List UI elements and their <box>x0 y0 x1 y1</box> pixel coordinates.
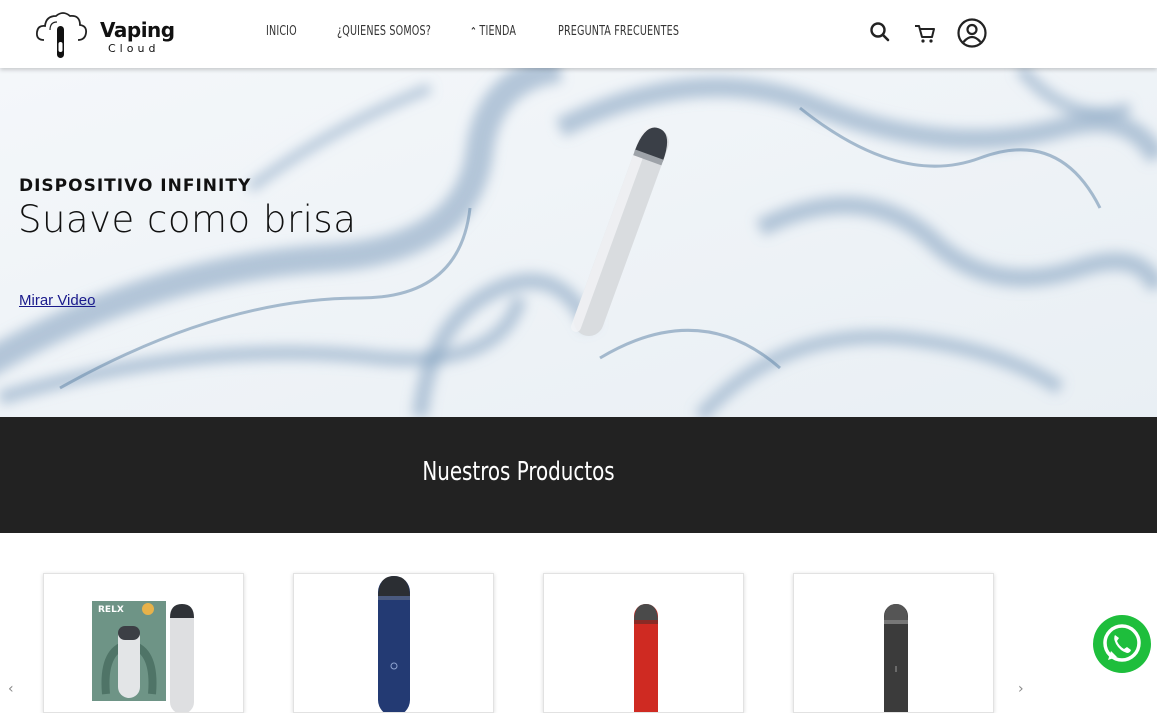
watch-video-link[interactable]: Mirar Video <box>19 292 95 309</box>
nav-tienda-label: TIENDA <box>479 24 517 39</box>
product-image <box>634 604 658 712</box>
hero-banner: DISPOSITIVO INFINITY Suave como brisa Mi… <box>0 68 1157 417</box>
nav-tienda[interactable]: ⌃ TIENDA <box>470 24 516 39</box>
product-image: RELX <box>92 601 194 712</box>
nav-quienes-somos[interactable]: ¿QUIENES SOMOS? <box>337 24 431 39</box>
product-image <box>884 604 908 712</box>
brand-subname: Cloud <box>108 42 160 55</box>
nav-preguntas-frecuentes[interactable]: PREGUNTA FRECUENTES <box>558 24 679 39</box>
products-carousel: ‹ RELX › <box>0 533 1157 713</box>
section-title: Nuestros Productos <box>422 457 615 487</box>
relx-box-text: RELX <box>98 605 124 615</box>
cloud-vape-logo-icon <box>35 12 88 58</box>
brand-logo[interactable]: Vaping Cloud <box>34 6 184 62</box>
site-header: Vaping Cloud INICIO ¿QUIENES SOMOS? ⌃ TIE… <box>0 0 1157 68</box>
whatsapp-icon[interactable] <box>1092 614 1152 674</box>
smoke-background-image <box>0 68 1157 417</box>
brand-name: Vaping <box>100 18 175 42</box>
product-card[interactable]: RELX <box>43 573 244 713</box>
cart-icon[interactable] <box>910 18 940 48</box>
chevron-up-icon: ⌃ <box>470 25 477 38</box>
search-icon[interactable] <box>866 18 896 48</box>
product-card[interactable] <box>543 573 744 713</box>
product-image <box>378 576 410 712</box>
products-section-header: Nuestros Productos <box>0 417 1157 533</box>
product-card[interactable] <box>293 573 494 713</box>
user-icon[interactable] <box>956 17 988 49</box>
nav-inicio[interactable]: INICIO <box>266 24 297 39</box>
hero-eyebrow: DISPOSITIVO INFINITY <box>19 176 252 196</box>
hero-title: Suave como brisa <box>18 198 357 241</box>
product-card[interactable] <box>793 573 994 713</box>
